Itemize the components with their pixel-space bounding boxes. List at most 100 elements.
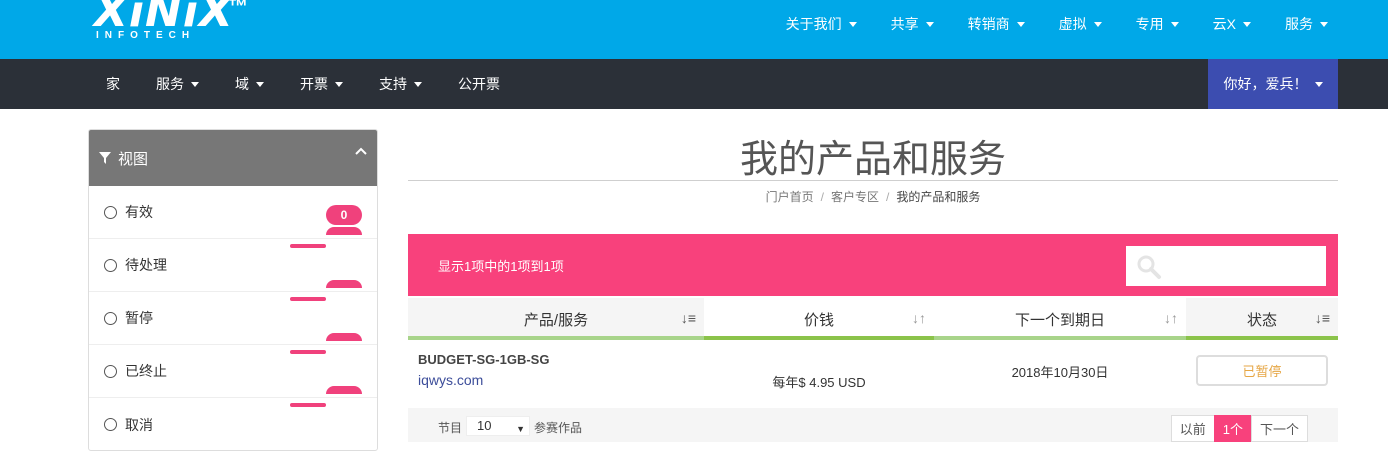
chevron-up-icon[interactable] [355, 146, 367, 158]
count-badge: 0 [326, 333, 362, 341]
column-header-status[interactable]: 状态 ↓≡ [1186, 298, 1338, 340]
sort-active-icon[interactable]: ↓≡ [1315, 310, 1330, 326]
breadcrumb-link-home[interactable]: 门户首页 [766, 190, 814, 204]
caret-down-icon [414, 81, 422, 87]
mainnav-item-open-ticket[interactable]: 公开票 [458, 74, 500, 94]
caret-down-icon [1093, 21, 1102, 27]
caret-down-icon [1243, 21, 1251, 27]
mainnav-item-domains[interactable]: 域 [235, 74, 264, 94]
count-badge: 0 [326, 386, 362, 394]
view-filter-header[interactable]: 视图 [89, 130, 377, 186]
user-menu-button[interactable]: 你好，爱兵！ [1208, 59, 1338, 109]
pager-prev-button[interactable]: 以前 [1170, 415, 1215, 442]
pager-current-page[interactable]: 1个 [1213, 415, 1252, 442]
filter-label: 已终止 [125, 363, 167, 379]
status-badge[interactable]: 已暂停 [1196, 355, 1328, 386]
view-filter-title: 视图 [118, 150, 149, 168]
breadcrumb-link-client-area[interactable]: 客户专区 [831, 190, 879, 204]
column-header-product[interactable]: 产品/服务 ↓≡ [408, 298, 704, 340]
search-icon [1137, 255, 1161, 279]
table-header: 产品/服务 ↓≡ 价钱 ↓↑ 下一个到期日 ↓↑ 状态 ↓≡ [408, 298, 1338, 340]
title-divider [408, 180, 1338, 181]
filter-item-cancelled[interactable]: 0 取消 [89, 386, 377, 450]
column-label: 下一个到期日 [1014, 311, 1105, 329]
topnav-label: 关于我们 [785, 16, 842, 32]
page-size-value: 10 [477, 418, 492, 433]
topnav-label: 服务 [1285, 16, 1313, 32]
count-badge: 1 [326, 280, 362, 288]
top-nav: 关于我们 共享 转销商 虚拟 专用 云X 服务 [752, 0, 1328, 48]
column-label: 价钱 [803, 311, 834, 329]
caret-down-icon [1170, 21, 1179, 27]
topnav-label: 虚拟 [1058, 16, 1087, 32]
pagination: 以前 1个 下一个 [1170, 415, 1308, 442]
table-search[interactable] [1126, 246, 1326, 286]
filter-icon [99, 152, 111, 164]
chevron-down-icon: ▼ [516, 424, 525, 434]
caret-down-icon [848, 21, 857, 27]
badge-underline [290, 244, 326, 248]
caret-down-icon [256, 81, 264, 87]
brand-logo[interactable]: XiNiX ™ INFOTECH [94, 0, 248, 41]
mainnav-item-support[interactable]: 支持 [379, 74, 422, 94]
topnav-label: 云X [1212, 16, 1236, 32]
mainnav-item-services[interactable]: 服务 [156, 74, 199, 94]
breadcrumb-separator: / [886, 190, 890, 204]
brand-trademark: ™ [228, 0, 248, 18]
sort-icon[interactable]: ↓↑ [1164, 310, 1178, 326]
topnav-item-shared[interactable]: 共享 [891, 14, 934, 34]
caret-down-icon [1314, 81, 1323, 87]
count-badge: 0 [326, 227, 362, 235]
radio-button[interactable] [104, 418, 117, 431]
pager-next-button[interactable]: 下一个 [1250, 415, 1308, 442]
topnav-item-reseller[interactable]: 转销商 [968, 14, 1025, 34]
radio-button[interactable] [104, 311, 117, 325]
page-size-select[interactable]: 10 ▼ [466, 416, 530, 436]
main-nav: 家 服务 域 开票 支持 公开票 你好，爱兵！ [0, 59, 1388, 109]
topnav-label: 专用 [1135, 16, 1164, 32]
topnav-item-cloud[interactable]: 云X [1213, 14, 1251, 34]
view-filter-panel: 视图 有效 0 0 待处理 1 暂停 0 已终止 0 取消 [88, 129, 378, 451]
radio-button[interactable] [104, 205, 117, 219]
top-header: XiNiX ™ INFOTECH 关于我们 共享 转销商 虚拟 专用 云X 服务 [0, 0, 1388, 59]
mainnav-label: 开票 [300, 76, 328, 92]
product-price: 每年$ 4.95 USD [772, 375, 866, 390]
filter-label: 有效 [125, 204, 153, 220]
sort-icon[interactable]: ↓↑ [912, 310, 926, 326]
breadcrumb-current: 我的产品和服务 [896, 190, 981, 204]
column-label: 状态 [1246, 311, 1277, 329]
product-domain-link[interactable]: iqwys.com [418, 372, 483, 388]
table-footer: 节目 10 ▼ 参赛作品 以前 1个 下一个 [408, 408, 1338, 442]
mainnav-label: 公开票 [458, 76, 500, 92]
caret-down-icon [1016, 21, 1025, 27]
topnav-item-services[interactable]: 服务 [1285, 14, 1328, 34]
count-badge: 0 [326, 205, 362, 225]
brand-tagline: INFOTECH [96, 30, 196, 41]
topnav-item-virtual[interactable]: 虚拟 [1059, 14, 1102, 34]
mainnav-label: 支持 [379, 76, 407, 92]
topnav-label: 转销商 [967, 16, 1010, 32]
column-header-price[interactable]: 价钱 ↓↑ [704, 298, 934, 340]
search-input[interactable] [1170, 254, 1318, 278]
page-size-label: 节目 [438, 421, 463, 435]
caret-down-icon [1320, 21, 1328, 27]
table-info: 显示1项中的1项到1项 [438, 259, 564, 274]
table-row[interactable]: BUDGET-SG-1GB-SG iqwys.com 每年$ 4.95 USD … [408, 340, 1338, 408]
sort-active-icon[interactable]: ↓≡ [681, 310, 696, 326]
badge-underline [290, 403, 326, 407]
radio-button[interactable] [104, 364, 117, 378]
mainnav-label: 服务 [156, 76, 184, 92]
product-name: BUDGET-SG-1GB-SG [418, 352, 550, 367]
mainnav-item-billing[interactable]: 开票 [300, 74, 343, 94]
mainnav-label: 域 [235, 76, 249, 92]
user-greeting: 你好，爱兵！ [1223, 76, 1308, 92]
mainnav-item-home[interactable]: 家 [106, 74, 120, 94]
topnav-item-dedicated[interactable]: 专用 [1136, 14, 1179, 34]
breadcrumb: 门户首页 / 客户专区 / 我的产品和服务 [408, 188, 1338, 205]
filter-label: 暂停 [125, 310, 153, 326]
radio-button[interactable] [104, 258, 117, 272]
topnav-item-about[interactable]: 关于我们 [786, 14, 857, 34]
filter-label: 取消 [125, 416, 153, 433]
column-header-due-date[interactable]: 下一个到期日 ↓↑ [934, 298, 1186, 340]
page-title: 我的产品和服务 [739, 139, 1006, 181]
